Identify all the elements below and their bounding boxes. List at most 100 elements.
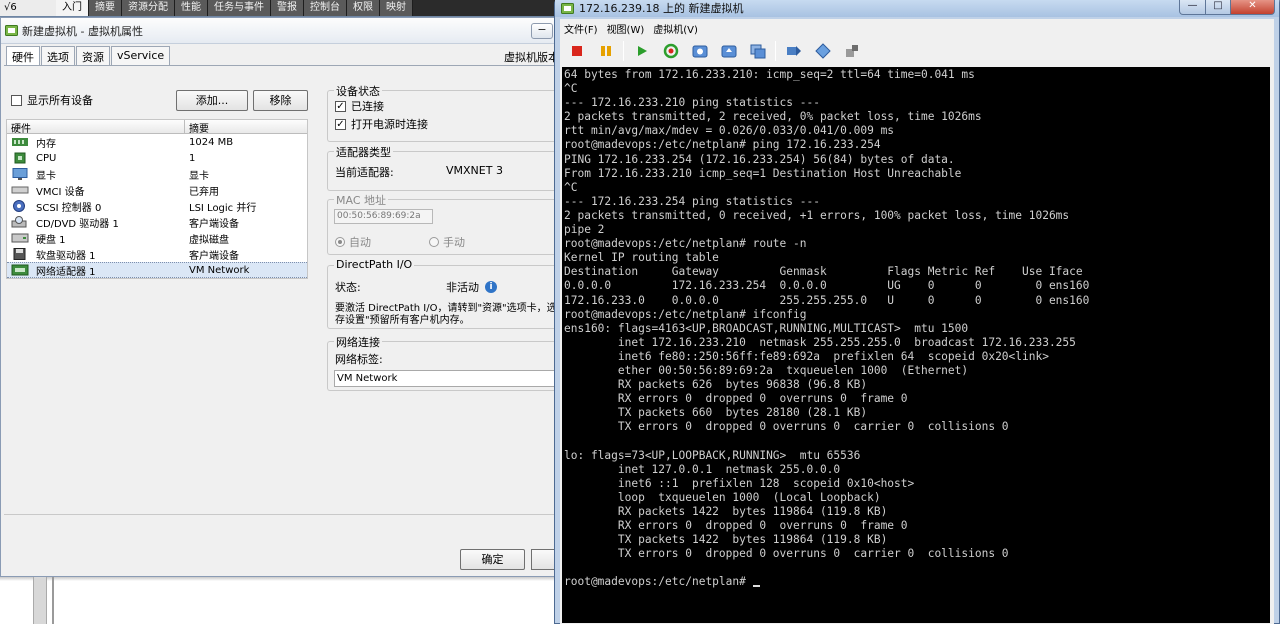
table-row[interactable]: CPU 1 — [7, 150, 307, 166]
manage-snapshots-icon[interactable] — [749, 42, 767, 60]
terminal-line: loop txqueuelen 1000 (Local Loopback) — [564, 490, 881, 504]
table-row[interactable]: 内存 1024 MB — [7, 134, 307, 150]
directpath-title: DirectPath I/O — [334, 258, 415, 271]
mac-address-title: MAC 地址 — [334, 192, 388, 208]
props-tab[interactable]: 选项 — [41, 46, 75, 65]
splitter[interactable] — [52, 577, 54, 624]
client-tab[interactable]: 任务与事件 — [208, 0, 271, 16]
terminal-line: rtt min/avg/max/mdev = 0.026/0.033/0.041… — [564, 124, 895, 138]
snapshot-icon[interactable] — [691, 42, 709, 60]
vsphere-tabs: 入门 摘要 资源分配 性能 任务与事件 警报 控制台 权限 映射 — [56, 0, 413, 16]
connected-checkbox[interactable]: ✓ 已连接 — [335, 98, 384, 114]
terminal-line: RX packets 626 bytes 96838 (96.8 KB) — [564, 378, 868, 392]
terminal-screen[interactable]: 64 bytes from 172.16.233.210: icmp_seq=2… — [562, 67, 1270, 623]
remove-button[interactable]: 移除 — [253, 90, 308, 111]
memory-icon — [11, 136, 29, 148]
terminal-line: --- 172.16.233.210 ping statistics --- — [564, 96, 820, 110]
cpu-icon — [11, 152, 29, 164]
vmci-icon — [11, 184, 29, 196]
connected-label: 已连接 — [351, 100, 384, 113]
console-menu-item[interactable]: 文件(F) — [564, 21, 598, 36]
scrollbar[interactable] — [33, 577, 47, 624]
mac-auto-label: 自动 — [349, 236, 371, 249]
radio-auto — [335, 237, 345, 247]
client-tab[interactable]: 权限 — [347, 0, 380, 16]
dialog-titlebar: 新建虚拟机 - 虚拟机属性 − — [1, 18, 555, 44]
console-menu-item[interactable]: 虚拟机(V) — [653, 21, 698, 36]
client-tab[interactable]: 性能 — [175, 0, 208, 16]
close-button[interactable]: ✕ — [1230, 0, 1275, 15]
hardware-summary: VM Network — [189, 264, 250, 276]
console-toolbar — [568, 40, 872, 62]
suspend-icon[interactable] — [597, 42, 615, 60]
mac-address-group: MAC 地址 00:50:56:89:69:2a 自动 手动 — [327, 192, 557, 255]
show-all-devices-checkbox[interactable]: 显示所有设备 — [11, 92, 93, 108]
connect-at-power-on-label: 打开电源时连接 — [351, 118, 428, 131]
power-on-icon[interactable] — [633, 42, 651, 60]
terminal-line: lo: flags=73<UP,LOOPBACK,RUNNING> mtu 65… — [564, 448, 861, 462]
terminal-line: ether 00:50:56:89:69:2a txqueuelen 1000 … — [564, 363, 969, 377]
table-row[interactable]: 网络适配器 1 VM Network — [7, 262, 307, 278]
col-hardware[interactable]: 硬件 — [7, 120, 185, 135]
terminal-line: 0.0.0.0 172.16.233.254 0.0.0.0 UG 0 0 0 … — [564, 279, 1090, 293]
hardware-summary: 虚拟磁盘 — [189, 234, 229, 246]
table-row[interactable]: SCSI 控制器 0 LSI Logic 并行 — [7, 198, 307, 214]
props-tab[interactable]: 资源 — [76, 46, 110, 65]
ok-button[interactable]: 确定 — [460, 549, 525, 570]
terminal-line: Kernel IP routing table — [564, 251, 719, 265]
hardware-summary: 已弃用 — [189, 186, 219, 198]
power-off-icon[interactable] — [568, 42, 586, 60]
console-menu-item[interactable]: 视图(W) — [607, 21, 645, 36]
client-tab[interactable]: 摘要 — [89, 0, 122, 16]
show-all-devices-label: 显示所有设备 — [27, 94, 93, 107]
terminal-line: ens160: flags=4163<UP,BROADCAST,RUNNING,… — [564, 321, 969, 335]
connected-check[interactable]: ✓ — [335, 100, 346, 112]
table-row[interactable]: CD/DVD 驱动器 1 客户端设备 — [7, 214, 307, 230]
terminal-line: ^C — [564, 82, 578, 96]
connect-cd-icon[interactable] — [785, 42, 803, 60]
col-summary[interactable]: 摘要 — [185, 120, 209, 135]
checkbox-box[interactable] — [11, 94, 22, 106]
table-row[interactable]: 软盘驱动器 1 客户端设备 — [7, 246, 307, 262]
network-label-select[interactable]: VM Network — [334, 370, 558, 387]
client-tab[interactable]: 映射 — [380, 0, 413, 16]
minimize-button[interactable]: − — [531, 23, 553, 39]
terminal-line: RX packets 1422 bytes 119864 (119.8 KB) — [564, 504, 888, 518]
vm-icon — [561, 2, 574, 14]
client-tab[interactable]: 入门 — [56, 0, 89, 16]
table-row[interactable]: 显卡 显卡 — [7, 166, 307, 182]
connect-at-power-on-checkbox[interactable]: ✓ 打开电源时连接 — [335, 116, 428, 132]
hardware-name: VMCI 设备 — [36, 186, 85, 198]
connect-floppy-icon[interactable] — [814, 42, 832, 60]
client-tab[interactable]: 资源分配 — [122, 0, 175, 16]
props-tab[interactable]: vService — [111, 46, 171, 65]
reset-icon[interactable] — [662, 42, 680, 60]
table-row[interactable]: VMCI 设备 已弃用 — [7, 182, 307, 198]
info-icon[interactable]: i — [485, 281, 497, 293]
terminal-line: From 172.16.233.210 icmp_seq=1 Destinati… — [564, 166, 962, 180]
directpath-group: DirectPath I/O 状态: 非活动 i 要激活 DirectPath … — [327, 258, 557, 329]
terminal-line: inet 127.0.0.1 netmask 255.0.0.0 — [564, 462, 841, 476]
vm-settings-icon[interactable] — [843, 42, 861, 60]
terminal-line: root@madevops:/etc/netplan# ifconfig — [564, 307, 807, 321]
hardware-table: 硬件 摘要 内存 1024 MB CPU 1 显卡 显卡 VMCI 设备 已弃用 SCSI 控制… — [6, 119, 308, 279]
minimize-button[interactable]: — — [1179, 0, 1206, 15]
desktop: √6 入门 摘要 资源分配 性能 任务与事件 警报 控制台 权限 映射 新建虚拟机 - 虚拟机属… — [0, 0, 1280, 624]
mac-manual-radio: 手动 — [429, 234, 465, 250]
maximize-button[interactable]: □ — [1205, 0, 1231, 15]
hardware-name: 网络适配器 1 — [36, 266, 96, 278]
hardware-table-header: 硬件 摘要 — [7, 120, 307, 135]
add-button[interactable]: 添加... — [176, 90, 248, 111]
hardware-name: 显卡 — [36, 170, 56, 182]
client-tab[interactable]: 警报 — [271, 0, 304, 16]
connect-at-power-on-check[interactable]: ✓ — [335, 118, 346, 130]
props-tab[interactable]: 硬件 — [6, 46, 40, 66]
table-row[interactable]: 硬盘 1 虚拟磁盘 — [7, 230, 307, 246]
directpath-description-2: 存设置"预留所有客户机内存。 — [335, 315, 470, 326]
client-tab[interactable]: 控制台 — [304, 0, 347, 16]
terminal-line: TX errors 0 dropped 0 overruns 0 carrier… — [564, 547, 1009, 561]
console-menubar: 文件(F) 视图(W) 虚拟机(V) — [564, 21, 707, 36]
revert-snapshot-icon[interactable] — [720, 42, 738, 60]
inventory-label: √6 — [0, 0, 56, 16]
